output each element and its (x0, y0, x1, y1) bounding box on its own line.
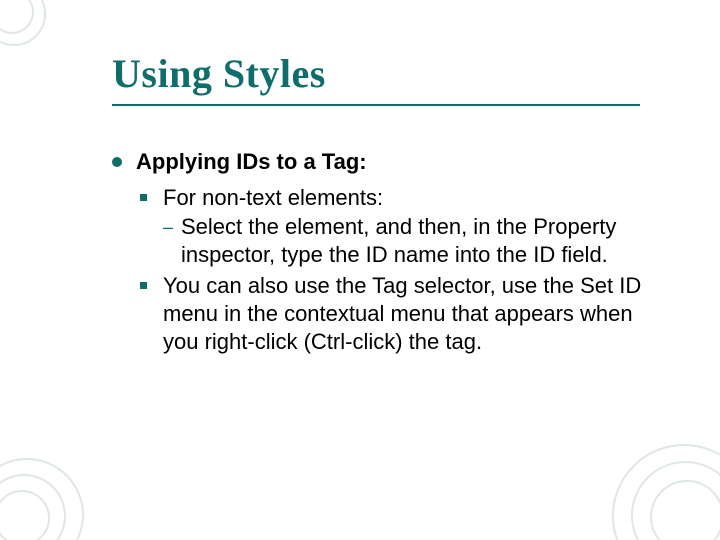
bullet-square-icon (140, 282, 147, 289)
title-underline (112, 104, 640, 106)
bullet-text: Select the element, and then, in the Pro… (181, 213, 642, 269)
bullet-disc-icon (112, 157, 122, 167)
bullet-level-2: You can also use the Tag selector, use t… (140, 272, 642, 356)
slide-body: Applying IDs to a Tag: For non-text elem… (112, 148, 642, 358)
bullet-level-2: For non-text elements: – Select the elem… (140, 184, 642, 269)
bullet-head: For non-text elements: (163, 185, 383, 210)
bullet-dash-icon: – (163, 213, 181, 241)
bullet-text: Applying IDs to a Tag: (136, 148, 367, 176)
bullet-level-1: Applying IDs to a Tag: (112, 148, 642, 176)
bullet-text: You can also use the Tag selector, use t… (163, 272, 642, 356)
slide-title: Using Styles (112, 50, 326, 97)
bullet-level-3: – Select the element, and then, in the P… (163, 213, 642, 269)
slide: Using Styles Applying IDs to a Tag: For … (0, 0, 720, 540)
bullet-square-icon (140, 194, 147, 201)
bullet-text: For non-text elements: – Select the elem… (163, 184, 642, 269)
